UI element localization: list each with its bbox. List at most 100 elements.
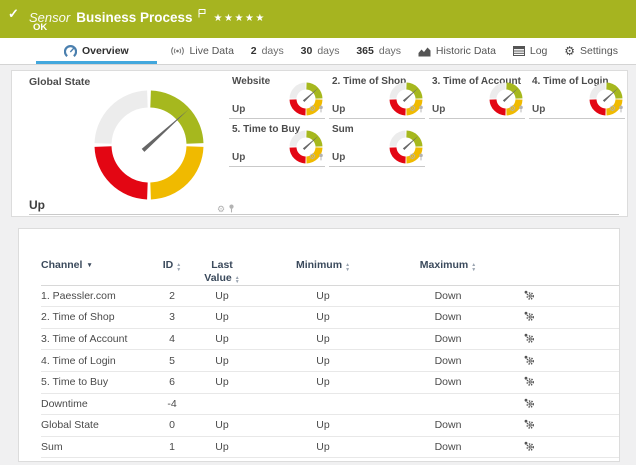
maximum-value: Down <box>393 350 503 372</box>
table-row: Sum1UpUpDown <box>41 436 619 458</box>
minimum-value: Up <box>253 371 393 393</box>
tab-log[interactable]: Log <box>509 38 552 64</box>
gear-icon: ⚙ <box>564 45 575 57</box>
tile-value: Up <box>332 152 345 163</box>
tab-live-data[interactable]: Live Data <box>166 38 238 64</box>
tab-number: 2 <box>251 45 257 57</box>
channel-name: 2. Time of Shop <box>41 307 153 329</box>
gear-icon[interactable]: ⚙ <box>409 153 416 161</box>
gear-icon[interactable]: ⚙ <box>609 105 616 113</box>
maximum-value <box>393 393 503 415</box>
global-state-footer: Up ⚙ <box>29 197 619 215</box>
last-value: Up <box>191 285 253 307</box>
gauge-tiles: WebsiteUp⚙2. Time of ShopUp⚙3. Time of A… <box>229 71 631 167</box>
minimum-value: Up <box>253 307 393 329</box>
channel-name: 4. Time of Login <box>41 350 153 372</box>
pin-icon[interactable] <box>418 100 424 118</box>
table-row: 4. Time of Login5UpUpDown <box>41 350 619 372</box>
settings-cell <box>503 436 553 458</box>
gauge-tile: WebsiteUp⚙ <box>229 71 325 119</box>
maximum-value: Down <box>393 285 503 307</box>
table-row: Downtime-4 <box>41 393 619 415</box>
global-state-value: Up <box>29 198 45 212</box>
tile-value: Up <box>232 152 245 163</box>
channel-name: 3. Time of Account <box>41 328 153 350</box>
table-row: 1. Paessler.com2UpUpDown <box>41 285 619 307</box>
gear-icon[interactable]: ⚙ <box>409 105 416 113</box>
channels-table: Channel▼ ID▲▼ Last Value▲▼ Minimum▲▼ Max… <box>41 253 619 458</box>
tab-30-days[interactable]: 30days <box>297 38 344 64</box>
pin-icon[interactable] <box>318 100 324 118</box>
pin-icon[interactable] <box>618 100 624 118</box>
filler-cell <box>553 393 619 415</box>
log-icon <box>513 46 525 56</box>
pin-icon[interactable] <box>518 100 524 118</box>
channel-settings-icon[interactable] <box>523 310 534 324</box>
settings-cell <box>503 371 553 393</box>
channel-settings-icon[interactable] <box>523 375 534 389</box>
tab-label: Overview <box>82 45 129 57</box>
column-header-channel[interactable]: Channel▼ <box>41 253 153 285</box>
channel-settings-icon[interactable] <box>523 440 534 454</box>
channel-id: -4 <box>153 393 191 415</box>
gear-icon[interactable]: ⚙ <box>217 205 225 214</box>
filler-cell <box>553 307 619 329</box>
minimum-value: Up <box>253 415 393 437</box>
channel-id: 3 <box>153 307 191 329</box>
settings-cell <box>503 415 553 437</box>
settings-cell <box>503 350 553 372</box>
tab-365-days[interactable]: 365days <box>352 38 405 64</box>
sensor-header: ✓ SensorBusiness Process★★★★★ OK <box>0 0 636 38</box>
chart-icon <box>418 46 431 57</box>
maximum-value: Down <box>393 371 503 393</box>
channel-settings-icon[interactable] <box>523 418 534 432</box>
last-value: Up <box>191 371 253 393</box>
tab-historic-data[interactable]: Historic Data <box>414 38 500 64</box>
tab-label: days <box>379 45 401 57</box>
maximum-value: Down <box>393 307 503 329</box>
filler-cell <box>553 415 619 437</box>
sensor-title: Business Process <box>76 10 192 25</box>
flag-icon[interactable] <box>198 5 206 23</box>
tab-settings[interactable]: ⚙ Settings <box>560 38 622 64</box>
tile-title: Website <box>232 76 270 87</box>
channel-id: 0 <box>153 415 191 437</box>
column-header-minimum[interactable]: Minimum▲▼ <box>253 253 393 285</box>
gear-icon[interactable]: ⚙ <box>509 105 516 113</box>
channel-id: 1 <box>153 436 191 458</box>
minimum-value: Up <box>253 285 393 307</box>
column-header-maximum[interactable]: Maximum▲▼ <box>393 253 503 285</box>
tab-overview[interactable]: Overview <box>36 38 157 64</box>
gauge-tile: 5. Time to BuyUp⚙ <box>229 119 325 167</box>
gear-icon[interactable]: ⚙ <box>309 105 316 113</box>
tab-2-days[interactable]: 2days <box>247 38 288 64</box>
filler-cell <box>553 436 619 458</box>
tab-label: days <box>317 45 339 57</box>
table-row: 5. Time to Buy6UpUpDown <box>41 371 619 393</box>
channel-settings-icon[interactable] <box>523 289 534 303</box>
gauge-tile: 4. Time of LoginUp⚙ <box>529 71 625 119</box>
tab-label: Settings <box>580 45 618 57</box>
pin-icon[interactable] <box>228 200 235 218</box>
column-header-id[interactable]: ID▲▼ <box>153 253 191 285</box>
filler-cell <box>553 371 619 393</box>
channel-name: Downtime <box>41 393 153 415</box>
settings-cell <box>503 328 553 350</box>
filler-cell <box>553 285 619 307</box>
gear-icon[interactable]: ⚙ <box>309 153 316 161</box>
pin-icon[interactable] <box>318 148 324 166</box>
settings-cell <box>503 307 553 329</box>
filler-cell <box>553 328 619 350</box>
channel-settings-icon[interactable] <box>523 332 534 346</box>
maximum-value: Down <box>393 328 503 350</box>
last-value <box>191 393 253 415</box>
channel-settings-icon[interactable] <box>523 397 534 411</box>
ok-check-icon: ✓ <box>8 6 19 22</box>
priority-stars[interactable]: ★★★★★ <box>214 13 266 24</box>
pin-icon[interactable] <box>418 148 424 166</box>
column-header-last-value[interactable]: Last Value▲▼ <box>191 253 253 285</box>
channel-settings-icon[interactable] <box>523 354 534 368</box>
signal-icon <box>170 46 185 56</box>
gauge-tile: SumUp⚙ <box>329 119 425 167</box>
minimum-value: Up <box>253 328 393 350</box>
